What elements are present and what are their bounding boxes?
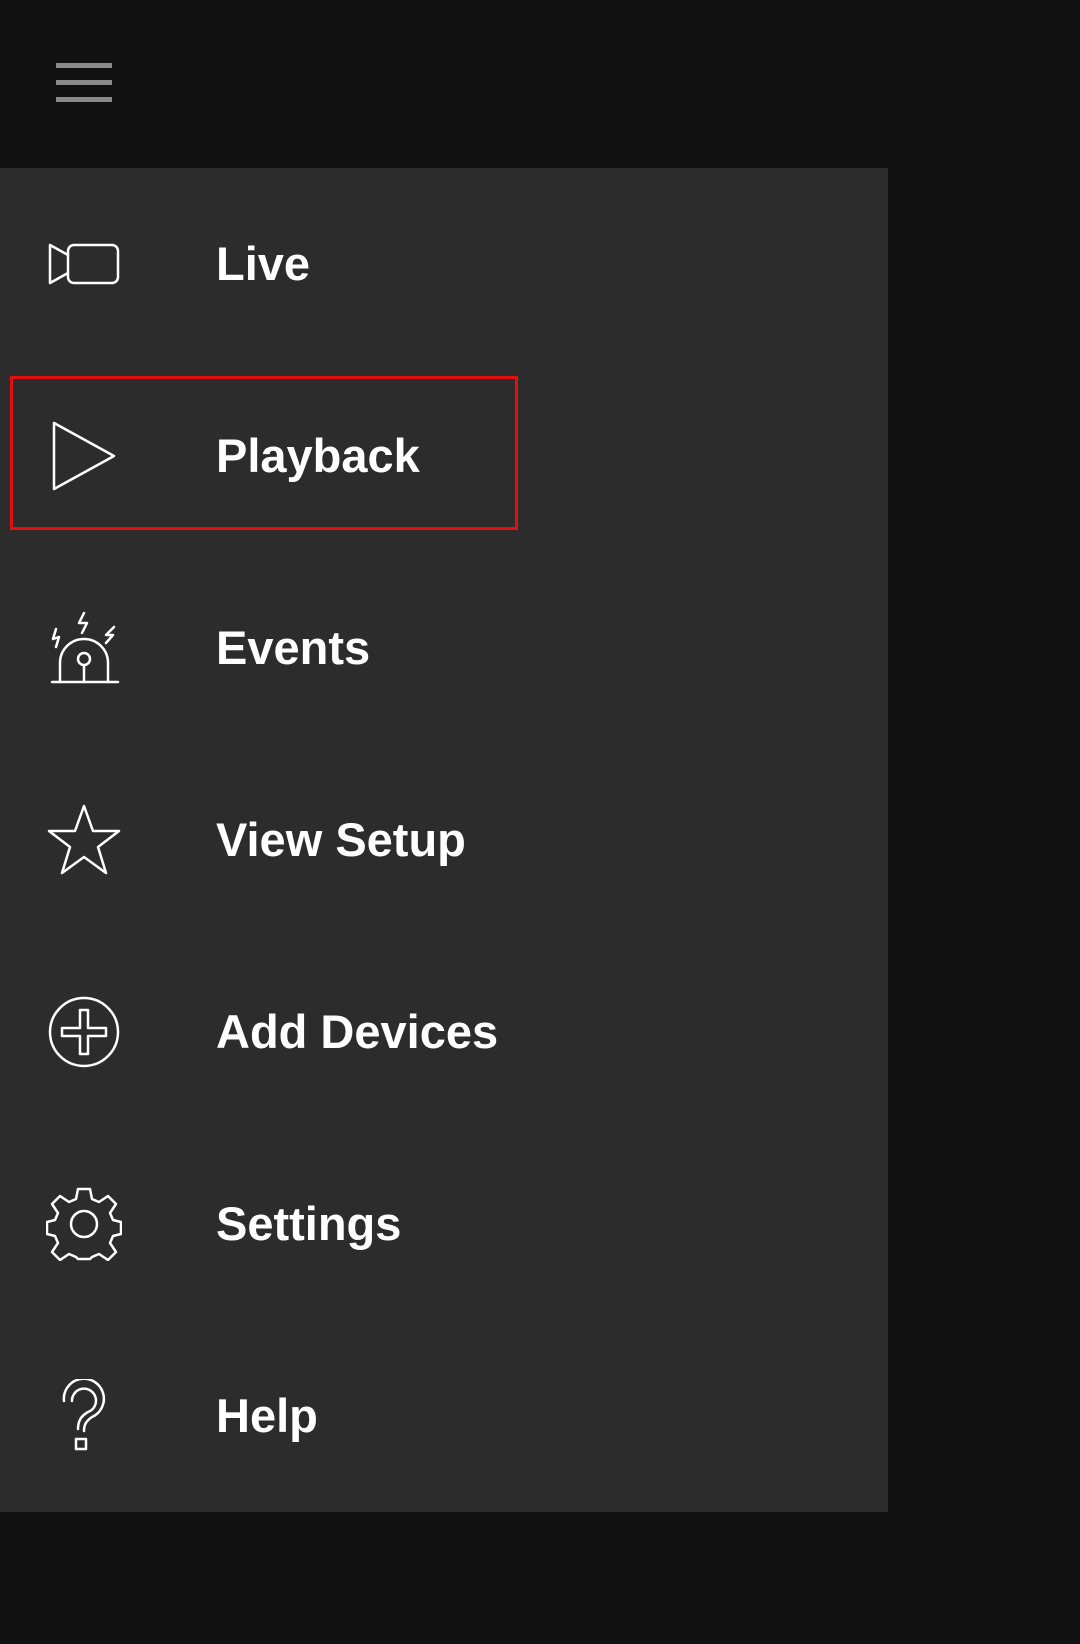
hamburger-line: [56, 80, 112, 85]
menu-item-label: Add Devices: [216, 1005, 499, 1058]
menu-item-label: View Setup: [216, 813, 466, 866]
alarm-siren-icon: [46, 611, 122, 685]
menu-item-label: Events: [216, 621, 371, 674]
navigation-drawer: Live Playback Events View Setup Add Devi…: [0, 168, 888, 1512]
top-app-bar: [0, 0, 1080, 168]
menu-item-events[interactable]: Events: [0, 552, 888, 744]
help-question-icon: [46, 1379, 122, 1453]
menu-item-settings[interactable]: Settings: [0, 1128, 888, 1320]
play-icon: [46, 419, 122, 493]
add-circle-icon: [46, 995, 122, 1069]
menu-item-label: Live: [216, 237, 311, 290]
menu-item-label: Help: [216, 1389, 318, 1442]
hamburger-line: [56, 63, 112, 68]
menu-item-label: Settings: [216, 1197, 402, 1250]
menu-item-live[interactable]: Live: [0, 168, 888, 360]
menu-item-label: Playback: [216, 429, 420, 482]
menu-item-playback[interactable]: Playback: [0, 360, 888, 552]
gear-icon: [46, 1187, 122, 1261]
menu-item-add-devices[interactable]: Add Devices: [0, 936, 888, 1128]
video-camera-icon: [46, 227, 122, 301]
star-icon: [46, 803, 122, 877]
menu-item-help[interactable]: Help: [0, 1320, 888, 1512]
hamburger-menu-icon[interactable]: [50, 58, 118, 108]
hamburger-line: [56, 97, 112, 102]
menu-item-view-setup[interactable]: View Setup: [0, 744, 888, 936]
